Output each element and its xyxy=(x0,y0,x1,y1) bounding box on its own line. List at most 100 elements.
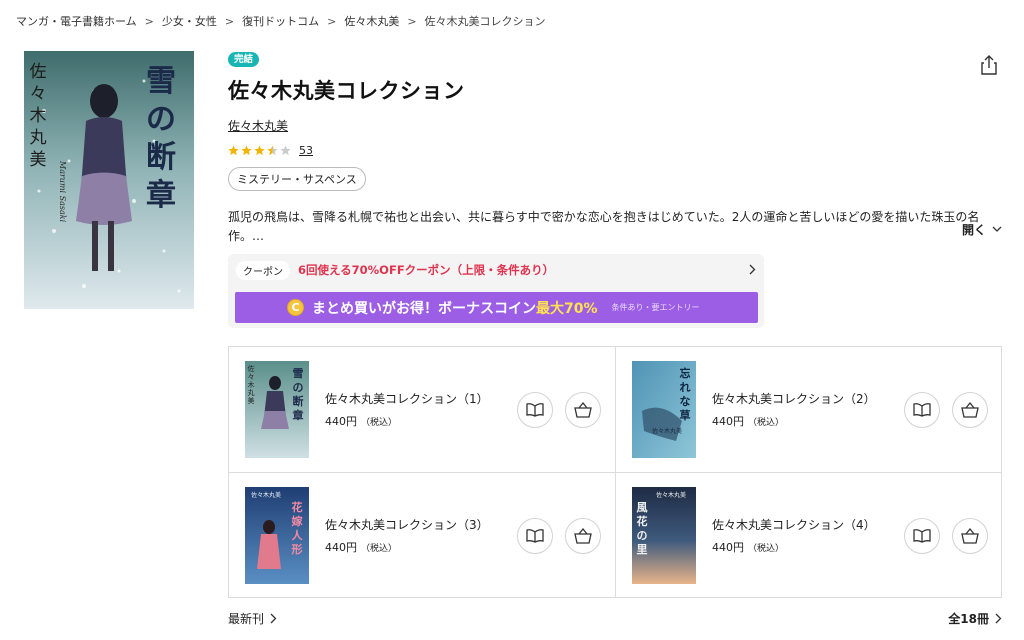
main-cover-image[interactable]: 雪 の 断 章 佐 々 木 丸 美 Marumi Sasaki xyxy=(24,51,194,309)
share-icon xyxy=(981,55,997,75)
breadcrumb-item-publisher[interactable]: 復刊ドットコム xyxy=(242,13,319,29)
basket-icon xyxy=(574,402,592,418)
svg-text:佐: 佐 xyxy=(30,62,47,82)
svg-text:の: の xyxy=(146,102,176,137)
author-link[interactable]: 佐々木丸美 xyxy=(228,117,288,134)
svg-text:木: 木 xyxy=(30,106,47,126)
chevron-right-icon xyxy=(995,613,1002,624)
rating: 53 xyxy=(228,144,1002,157)
volume-item-1: 雪の 断章 佐々 木丸美 佐々木丸美コレクション（1） 440円 （税込） xyxy=(229,347,615,472)
volume-title[interactable]: 佐々木丸美コレクション（1） xyxy=(325,390,489,407)
coupon-row[interactable]: クーポン 6回使える70%OFFクーポン（上限・条件あり） xyxy=(236,260,758,280)
breadcrumb-item-home[interactable]: マンガ・電子書籍ホーム xyxy=(16,13,137,29)
volume-item-2: 忘れ な草 佐々木丸美 佐々木丸美コレクション（2） 440円 （税込） xyxy=(615,347,1001,472)
open-book-icon xyxy=(913,403,931,417)
svg-text:佐々木丸美: 佐々木丸美 xyxy=(656,491,686,499)
svg-text:佐々木丸美: 佐々木丸美 xyxy=(251,491,281,499)
svg-text:Marumi Sasaki: Marumi Sasaki xyxy=(58,160,67,223)
bonus-coin-banner[interactable]: C まとめ買いがお得！ボーナスコイン 最大70% 条件あり・要エントリー xyxy=(235,292,758,323)
svg-text:れ: れ xyxy=(680,381,691,394)
coin-icon: C xyxy=(287,299,304,316)
genre-tag[interactable]: ミステリー・サスペンス xyxy=(228,167,366,191)
volume-cover-1[interactable]: 雪の 断章 佐々 木丸美 xyxy=(245,361,309,458)
svg-text:章: 章 xyxy=(293,408,304,422)
svg-text:美: 美 xyxy=(248,396,255,405)
svg-text:章: 章 xyxy=(146,178,176,213)
volume-price: 440円 （税込） xyxy=(712,415,785,428)
latest-volume-link[interactable]: 最新刊 xyxy=(228,610,277,627)
volume-title[interactable]: 佐々木丸美コレクション（3） xyxy=(325,516,489,533)
read-sample-button[interactable] xyxy=(517,392,553,428)
all-volumes-link[interactable]: 全18冊 xyxy=(948,610,1002,627)
all-count-label: 全18冊 xyxy=(948,612,989,626)
add-to-cart-button[interactable] xyxy=(952,392,988,428)
svg-text:な: な xyxy=(680,395,691,408)
latest-label: 最新刊 xyxy=(228,612,265,626)
svg-text:花: 花 xyxy=(292,500,303,514)
coupon-label: クーポン xyxy=(236,260,290,280)
page-title: 佐々木丸美コレクション xyxy=(228,79,465,103)
svg-text:断: 断 xyxy=(293,394,304,408)
rating-count-link[interactable]: 53 xyxy=(299,144,313,157)
svg-text:の: の xyxy=(293,381,304,394)
star-icon xyxy=(241,145,252,156)
star-icon xyxy=(228,145,239,156)
svg-text:人: 人 xyxy=(292,528,304,542)
volume-price: 440円 （税込） xyxy=(712,541,785,554)
star-icon xyxy=(254,145,265,156)
svg-text:丸: 丸 xyxy=(248,388,255,397)
add-to-cart-button[interactable] xyxy=(565,392,601,428)
read-sample-button[interactable] xyxy=(904,392,940,428)
read-sample-button[interactable] xyxy=(904,518,940,554)
svg-text:形: 形 xyxy=(292,543,303,556)
volume-item-4: 風花 の里 佐々木丸美 佐々木丸美コレクション（4） 440円 （税込） xyxy=(615,472,1001,597)
svg-text:木: 木 xyxy=(248,380,255,389)
add-to-cart-button[interactable] xyxy=(565,518,601,554)
bonus-note: 条件あり・要エントリー xyxy=(611,303,700,312)
chevron-right-icon xyxy=(749,264,756,275)
basket-icon xyxy=(961,402,979,418)
promo-box: クーポン 6回使える70%OFFクーポン（上限・条件あり） C まとめ買いがお得… xyxy=(228,254,764,328)
volume-title[interactable]: 佐々木丸美コレクション（2） xyxy=(712,390,876,407)
breadcrumb-separator: > xyxy=(224,14,235,28)
volume-list: 雪の 断章 佐々 木丸美 佐々木丸美コレクション（1） 440円 （税込） 忘 … xyxy=(228,346,1002,598)
svg-text:草: 草 xyxy=(680,408,691,422)
volume-cover-2[interactable]: 忘れ な草 佐々木丸美 xyxy=(632,361,696,458)
svg-text:佐々木丸美: 佐々木丸美 xyxy=(652,427,682,435)
volume-item-3: 花嫁 人形 佐々木丸美 佐々木丸美コレクション（3） 440円 （税込） xyxy=(229,472,615,597)
product-info: 完結 佐々木丸美コレクション 佐々木丸美 53 ミステリー・サスペンス 孤児の飛… xyxy=(228,51,1002,246)
volume-price: 440円 （税込） xyxy=(325,415,398,428)
open-book-icon xyxy=(526,403,544,417)
breadcrumb-item-shoujo[interactable]: 少女・女性 xyxy=(162,13,217,29)
volume-title[interactable]: 佐々木丸美コレクション（4） xyxy=(712,516,876,533)
svg-text:丸: 丸 xyxy=(30,128,47,148)
volume-price: 440円 （税込） xyxy=(325,541,398,554)
read-sample-button[interactable] xyxy=(517,518,553,554)
chevron-right-icon xyxy=(270,613,277,624)
expand-label: 開く xyxy=(961,223,986,237)
svg-text:の: の xyxy=(637,529,648,542)
svg-text:花: 花 xyxy=(637,514,648,528)
svg-text:雪: 雪 xyxy=(146,64,176,99)
breadcrumb-separator: > xyxy=(407,14,417,28)
add-to-cart-button[interactable] xyxy=(952,518,988,554)
volume-cover-4[interactable]: 風花 の里 佐々木丸美 xyxy=(632,487,696,584)
open-book-icon xyxy=(913,529,931,543)
svg-text:断: 断 xyxy=(146,140,176,175)
volume-cover-3[interactable]: 花嫁 人形 佐々木丸美 xyxy=(245,487,309,584)
breadcrumb-item-author[interactable]: 佐々木丸美 xyxy=(344,13,399,29)
expand-description-button[interactable]: 開く xyxy=(962,221,1002,238)
share-button[interactable] xyxy=(980,55,998,78)
breadcrumb-separator: > xyxy=(144,14,154,28)
svg-text:忘: 忘 xyxy=(680,366,691,380)
svg-text:佐: 佐 xyxy=(248,364,255,373)
svg-text:々: 々 xyxy=(30,84,47,104)
open-book-icon xyxy=(526,529,544,543)
breadcrumb: マンガ・電子書籍ホーム > 少女・女性 > 復刊ドットコム > 佐々木丸美 > … xyxy=(16,13,546,29)
chevron-down-icon xyxy=(992,226,1002,232)
svg-text:嫁: 嫁 xyxy=(291,514,303,528)
breadcrumb-separator: > xyxy=(327,14,337,28)
description: 孤児の飛鳥は、雪降る札幌で祐也と出会い、共に暮らす中で密かな恋心を抱きはじめてい… xyxy=(228,210,980,243)
volume-list-footer: 最新刊 全18冊 xyxy=(228,610,1002,627)
coupon-text: 6回使える70%OFFクーポン（上限・条件あり） xyxy=(298,263,555,277)
